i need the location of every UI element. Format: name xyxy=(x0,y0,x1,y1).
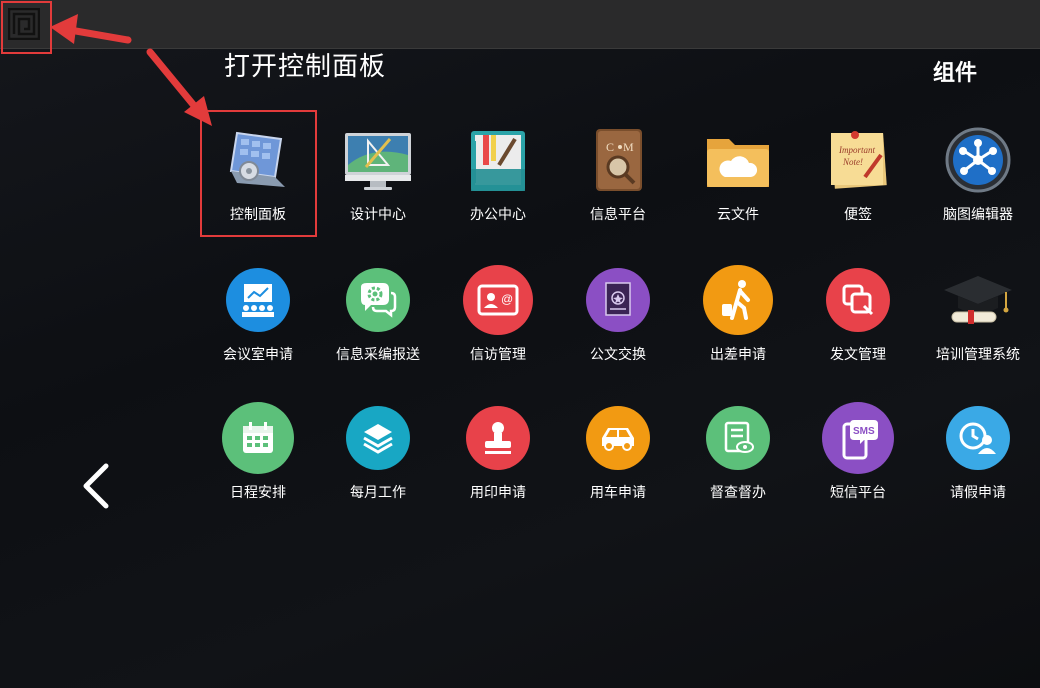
app-row-3: 日程安排 每月工作 用印申请 用车申请 督查督办 SMS 短信平台 请假申请 xyxy=(198,402,1040,512)
seal-stamp-icon xyxy=(466,406,530,470)
app-business-trip-request[interactable]: 出差申请 xyxy=(678,264,798,374)
app-label: 发文管理 xyxy=(830,346,886,362)
spiral-logo-icon xyxy=(8,8,40,40)
graduation-cap-icon xyxy=(942,264,1014,336)
previous-page-button[interactable] xyxy=(70,460,120,512)
contact-card-icon: @ xyxy=(463,265,533,335)
app-label: 用车申请 xyxy=(590,484,646,500)
app-label: 信息平台 xyxy=(590,206,646,222)
sticky-note-icon: Important Note! xyxy=(822,124,894,196)
app-label: 云文件 xyxy=(717,206,759,222)
app-row-1: 控制面板 设计中心 办公中心 C M 信息平台 云文件 Important No… xyxy=(198,124,1040,234)
app-meeting-room-request[interactable]: 会议室申请 xyxy=(198,264,318,374)
app-seal-request[interactable]: 用印申请 xyxy=(438,402,558,512)
app-label: 脑图编辑器 xyxy=(943,206,1013,222)
app-label: 信访管理 xyxy=(470,346,526,362)
app-petition-management[interactable]: @ 信访管理 xyxy=(438,264,558,374)
start-menu-button[interactable] xyxy=(4,4,44,44)
top-bar xyxy=(0,0,1040,49)
mind-map-icon xyxy=(942,124,1014,196)
svg-text:Important: Important xyxy=(838,145,875,155)
info-book-icon: C M xyxy=(582,124,654,196)
app-sticky-notes[interactable]: Important Note! 便签 xyxy=(798,124,918,234)
app-dispatch-management[interactable]: 发文管理 xyxy=(798,264,918,374)
app-schedule[interactable]: 日程安排 xyxy=(198,402,318,512)
app-design-center[interactable]: 设计中心 xyxy=(318,124,438,234)
sms-phone-icon: SMS xyxy=(822,402,894,474)
app-info-collection[interactable]: 信息采编报送 xyxy=(318,264,438,374)
app-sms-platform[interactable]: SMS 短信平台 xyxy=(798,402,918,512)
chevron-left-icon xyxy=(83,463,109,509)
svg-text:@: @ xyxy=(501,292,513,306)
document-stamp-icon xyxy=(586,268,650,332)
app-training-management[interactable]: 培训管理系统 xyxy=(918,264,1038,374)
control-panel-icon xyxy=(222,124,294,196)
traveler-icon xyxy=(703,265,773,335)
app-row-2: 会议室申请 信息采编报送 @ 信访管理 公文交换 出差申请 发文管理 培训管理系… xyxy=(198,264,1040,374)
app-label: 用印申请 xyxy=(470,484,526,500)
design-monitor-icon xyxy=(342,124,414,196)
widgets-heading[interactable]: 组件 xyxy=(933,55,977,87)
app-label: 设计中心 xyxy=(350,206,406,222)
office-notebook-icon xyxy=(462,124,534,196)
app-label: 便签 xyxy=(844,206,872,222)
layers-icon xyxy=(346,406,410,470)
app-label: 请假申请 xyxy=(950,484,1006,500)
clock-person-icon xyxy=(946,406,1010,470)
app-label: 公文交换 xyxy=(590,346,646,362)
svg-text:C: C xyxy=(606,140,614,154)
app-label: 办公中心 xyxy=(470,206,526,222)
app-supervision[interactable]: 督查督办 xyxy=(678,402,798,512)
app-monthly-work[interactable]: 每月工作 xyxy=(318,402,438,512)
app-office-center[interactable]: 办公中心 xyxy=(438,124,558,234)
app-label: 出差申请 xyxy=(710,346,766,362)
doc-eye-icon xyxy=(706,406,770,470)
car-icon xyxy=(586,406,650,470)
app-cloud-files[interactable]: 云文件 xyxy=(678,124,798,234)
app-document-exchange[interactable]: 公文交换 xyxy=(558,264,678,374)
app-label: 日程安排 xyxy=(230,484,286,500)
cloud-folder-icon xyxy=(702,124,774,196)
app-label: 督查督办 xyxy=(710,484,766,500)
chat-gear-icon xyxy=(346,268,410,332)
meeting-room-icon xyxy=(226,268,290,332)
svg-text:M: M xyxy=(623,140,634,154)
app-label: 培训管理系统 xyxy=(936,346,1020,362)
app-info-platform[interactable]: C M 信息平台 xyxy=(558,124,678,234)
calendar-icon xyxy=(222,402,294,474)
app-car-request[interactable]: 用车申请 xyxy=(558,402,678,512)
app-control-panel[interactable]: 控制面板 xyxy=(198,124,318,234)
copy-docs-icon xyxy=(826,268,890,332)
page-title: 打开控制面板 xyxy=(224,51,387,81)
app-label: 控制面板 xyxy=(230,206,286,222)
svg-text:Note!: Note! xyxy=(842,157,863,167)
app-label: 短信平台 xyxy=(830,484,886,500)
sms-badge-text: SMS xyxy=(853,426,875,437)
app-leave-request[interactable]: 请假申请 xyxy=(918,402,1038,512)
arrow-to-control-panel xyxy=(146,48,200,112)
app-mind-map-editor[interactable]: 脑图编辑器 xyxy=(918,124,1038,234)
app-label: 会议室申请 xyxy=(223,346,293,362)
app-label: 信息采编报送 xyxy=(336,346,420,362)
app-label: 每月工作 xyxy=(350,484,406,500)
